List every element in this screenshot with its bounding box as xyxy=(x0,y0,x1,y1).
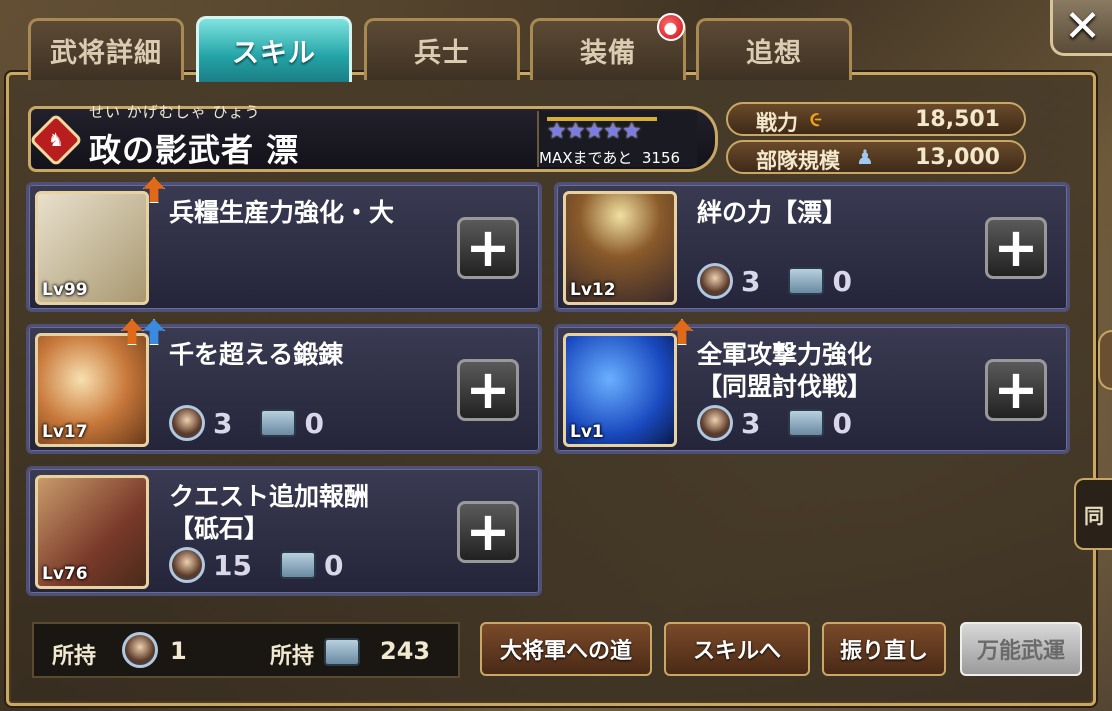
owned-label: 所持 xyxy=(270,644,315,669)
skill-upgrade-button[interactable]: + xyxy=(985,217,1047,279)
troop-stat: 部隊規模 ♟ 13,000 xyxy=(726,140,1026,174)
star-icons: ★★★★★ xyxy=(547,119,642,144)
button-label: 大将軍への道 xyxy=(499,639,632,664)
tab-reminiscence[interactable]: 追想 xyxy=(696,18,852,80)
tab-soldier[interactable]: 兵士 xyxy=(364,18,520,80)
skill-card[interactable]: Lv99 兵糧生産力強化・大 + xyxy=(26,177,542,312)
skill-cost: 3 0 xyxy=(169,405,324,441)
close-button[interactable]: ✕ xyxy=(1050,0,1112,56)
skill-upgrade-button[interactable]: + xyxy=(457,501,519,563)
skill-cost: 15 0 xyxy=(169,547,343,583)
medal-icon xyxy=(169,547,205,583)
tab-general-detail[interactable]: 武将詳細 xyxy=(28,18,184,80)
power-stat: 戦力 ૯ 18,501 xyxy=(726,102,1026,136)
owned-stone-count: 243 xyxy=(380,637,431,665)
medal-count: 3 xyxy=(741,264,761,298)
skill-name-line2: 【砥石】 xyxy=(169,514,270,543)
universal-fortune-button[interactable]: 万能武運 xyxy=(960,622,1082,676)
skill-card[interactable]: Lv1 全軍攻撃力強化 【同盟討伐戦】 3 0 + xyxy=(554,319,1070,454)
button-label: 振り直し xyxy=(839,639,928,664)
medal-count: 3 xyxy=(741,406,761,440)
faction-icon: ♞ xyxy=(29,113,83,167)
owned-medal-count: 1 xyxy=(170,637,187,665)
owned-items-bar: 所持 1 所持 243 xyxy=(32,622,460,678)
medal-icon xyxy=(122,632,158,668)
stone-count: 0 xyxy=(832,264,852,298)
tab-skill[interactable]: スキル xyxy=(196,16,352,82)
road-to-general-button[interactable]: 大将軍への道 xyxy=(480,622,652,676)
skill-cost: 3 0 xyxy=(697,263,852,299)
skill-name-line1: クエスト追加報酬 xyxy=(169,482,370,511)
notification-badge-icon: ● xyxy=(657,13,685,41)
skill-name: 千を超える鍛錬 xyxy=(169,340,344,369)
skill-cost: 3 0 xyxy=(697,405,852,441)
skill-name: 全軍攻撃力強化 【同盟討伐戦】 xyxy=(697,339,872,403)
tab-label: 装備 xyxy=(580,38,636,69)
troop-icon: ♟ xyxy=(856,145,874,169)
skill-upgrade-button[interactable]: + xyxy=(985,359,1047,421)
medal-icon xyxy=(697,263,733,299)
max-remaining: MAXまであと 3156 xyxy=(539,147,680,168)
bond-skill-icon: Lv12 xyxy=(563,191,677,305)
side-scroll-handle[interactable] xyxy=(1098,330,1112,390)
skill-name-line1: 全軍攻撃力強化 xyxy=(697,340,873,369)
whetstone-icon xyxy=(788,409,825,437)
whetstone-icon xyxy=(324,638,360,666)
tab-label: スキル xyxy=(232,38,316,69)
side-tab[interactable]: 同 xyxy=(1074,478,1112,550)
training-skill-icon: Lv17 xyxy=(35,333,149,447)
skill-name: 絆の力【漂】 xyxy=(697,198,848,227)
skill-name-line2: 【同盟討伐戦】 xyxy=(697,372,873,401)
skill-level: Lv17 xyxy=(42,422,88,442)
skill-card[interactable]: Lv17 千を超える鍛錬 3 0 + xyxy=(26,319,542,454)
stone-count: 0 xyxy=(304,406,324,440)
skill-level: Lv1 xyxy=(570,422,604,442)
stone-count: 0 xyxy=(832,406,852,440)
button-label: スキルへ xyxy=(692,639,781,664)
close-icon: ✕ xyxy=(1064,1,1101,52)
general-name-bar: ♞ せい かげむしゃ ひょう 政の影武者 漂 ★★★★★ MAXまであと 315… xyxy=(28,103,718,172)
medal-count: 3 xyxy=(213,406,233,440)
power-label: 戦力 xyxy=(756,111,798,135)
general-name: 政の影武者 漂 xyxy=(89,131,300,169)
tab-label: 追想 xyxy=(746,38,802,69)
owned-label: 所持 xyxy=(52,644,97,669)
whetstone-icon xyxy=(279,551,316,579)
reroll-button[interactable]: 振り直し xyxy=(822,622,946,676)
skill-card[interactable]: Lv12 絆の力【漂】 3 0 + xyxy=(554,182,1070,312)
troop-label: 部隊規模 xyxy=(756,149,840,173)
power-value: 18,501 xyxy=(915,107,1000,132)
skill-level: Lv76 xyxy=(42,564,88,584)
tab-label: 兵士 xyxy=(414,38,470,69)
skill-level: Lv12 xyxy=(570,280,616,300)
attack-skill-icon: Lv1 xyxy=(563,333,677,447)
skill-name: 兵糧生産力強化・大 xyxy=(169,198,395,227)
skill-name: クエスト追加報酬 【砥石】 xyxy=(169,481,369,545)
side-tab-label: 同 xyxy=(1084,503,1104,528)
medal-count: 15 xyxy=(213,548,252,582)
stone-count: 0 xyxy=(323,548,344,582)
whetstone-icon xyxy=(788,267,825,295)
wheat-skill-icon: Lv99 xyxy=(35,191,149,305)
medal-icon xyxy=(697,405,733,441)
skill-upgrade-button[interactable]: + xyxy=(457,359,519,421)
max-label: MAXまであと xyxy=(539,149,633,167)
to-skill-button[interactable]: スキルへ xyxy=(664,622,810,676)
skill-level: Lv99 xyxy=(42,280,88,300)
troop-value: 13,000 xyxy=(915,145,1000,170)
skill-upgrade-button[interactable]: + xyxy=(457,217,519,279)
skill-card[interactable]: Lv76 クエスト追加報酬 【砥石】 15 0 + xyxy=(26,466,542,596)
whetstone-icon xyxy=(260,409,297,437)
medal-icon xyxy=(169,405,205,441)
power-icon: ૯ xyxy=(810,107,822,131)
whetstone-skill-icon: Lv76 xyxy=(35,475,149,589)
tab-label: 武将詳細 xyxy=(50,38,162,69)
tab-equipment[interactable]: 装備 ● xyxy=(530,13,686,80)
max-value: 3156 xyxy=(641,149,681,167)
star-rank: ★★★★★ MAXまであと 3156 xyxy=(537,111,697,167)
button-label: 万能武運 xyxy=(976,639,1065,664)
name-ruby: せい かげむしゃ ひょう xyxy=(89,103,261,121)
